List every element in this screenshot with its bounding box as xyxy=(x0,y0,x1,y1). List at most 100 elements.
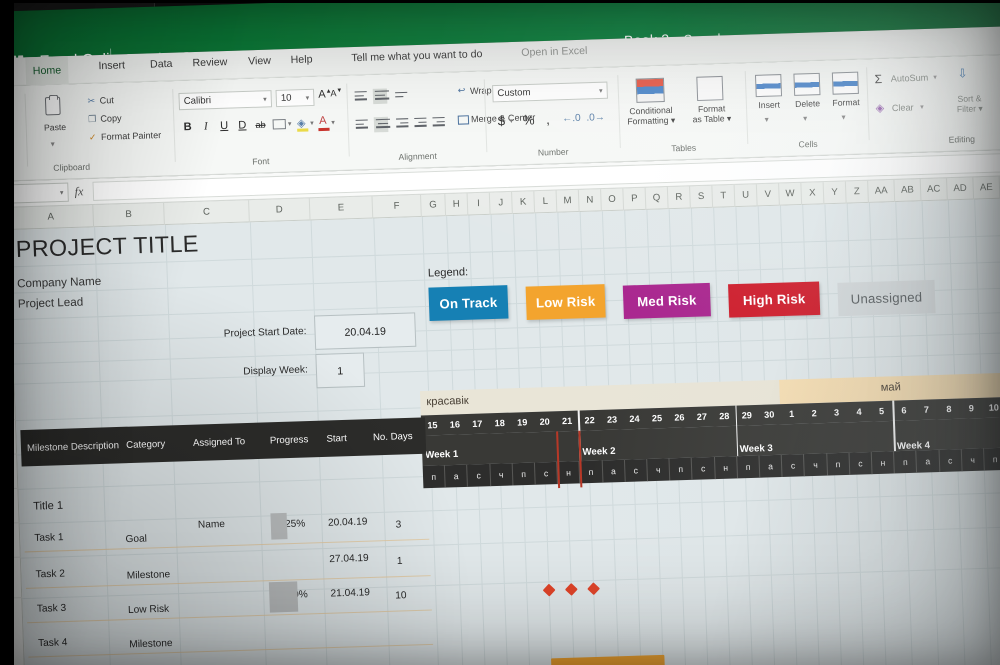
fat-chevron-down-icon[interactable]: ▾ xyxy=(727,113,732,123)
borders-icon[interactable] xyxy=(272,118,287,130)
column-header-a[interactable]: A xyxy=(8,205,95,230)
tab-insert[interactable]: Insert xyxy=(98,59,125,80)
copy-icon[interactable]: ❐ xyxy=(88,114,97,125)
tab-home[interactable]: Home xyxy=(25,55,69,86)
column-header-j[interactable]: J xyxy=(489,191,513,215)
tell-me-search[interactable]: Tell me what you want to do xyxy=(351,48,483,72)
align-top-icon[interactable] xyxy=(354,91,368,102)
cut-icon[interactable]: ✂ xyxy=(87,96,95,107)
clear-button[interactable]: Clear xyxy=(892,102,914,113)
percent-format-button[interactable]: % xyxy=(521,112,536,128)
align-middle-icon[interactable] xyxy=(372,88,390,104)
format-cells-icon[interactable] xyxy=(831,71,859,95)
bold-button[interactable]: B xyxy=(181,121,194,134)
column-header-d[interactable]: D xyxy=(249,198,311,223)
tab-review[interactable]: Review xyxy=(192,56,228,77)
copy-button[interactable]: Copy xyxy=(100,113,122,124)
column-header-q[interactable]: Q xyxy=(645,186,669,210)
column-header-h[interactable]: H xyxy=(445,193,469,217)
display-week-value[interactable]: 1 xyxy=(315,352,366,389)
delete-chevron-down-icon[interactable]: ▾ xyxy=(803,114,807,123)
column-header-u[interactable]: U xyxy=(734,184,758,208)
align-bottom-icon[interactable] xyxy=(395,91,408,100)
paste-icon[interactable] xyxy=(44,96,61,116)
column-header-b[interactable]: B xyxy=(93,202,165,228)
delete-cells-icon[interactable] xyxy=(793,72,821,96)
format-cells-button[interactable]: Format xyxy=(827,97,866,109)
number-format-select[interactable]: Custom ▾ xyxy=(492,81,608,103)
column-header-ad[interactable]: AD xyxy=(947,177,975,201)
column-header-z[interactable]: Z xyxy=(845,180,869,204)
align-center-icon[interactable] xyxy=(373,116,391,133)
underline-button[interactable]: U xyxy=(218,120,231,133)
column-header-e[interactable]: E xyxy=(309,196,374,221)
strikethrough-button[interactable]: ab xyxy=(252,120,269,131)
align-right-icon[interactable] xyxy=(396,118,409,129)
column-header-r[interactable]: R xyxy=(667,186,691,210)
clear-chevron-down-icon[interactable]: ▾ xyxy=(920,103,924,111)
column-header-f[interactable]: F xyxy=(372,194,422,219)
merge-center-icon[interactable] xyxy=(457,115,470,125)
tab-data[interactable]: Data xyxy=(150,58,173,79)
column-header-k[interactable]: K xyxy=(512,191,536,215)
tab-help[interactable]: Help xyxy=(290,53,313,74)
insert-cells-icon[interactable] xyxy=(754,74,783,98)
sort-chevron-down-icon[interactable]: ▾ xyxy=(978,103,983,113)
open-in-excel-button[interactable]: Open in Excel xyxy=(521,45,588,67)
italic-button[interactable]: I xyxy=(200,120,213,133)
conditional-formatting-icon[interactable] xyxy=(635,77,665,103)
start-date-value[interactable]: 20.04.19 xyxy=(313,312,417,350)
column-header-l[interactable]: L xyxy=(534,190,558,214)
column-header-m[interactable]: M xyxy=(556,189,580,213)
increase-indent-icon[interactable] xyxy=(432,117,445,128)
conditional-formatting-button[interactable]: Conditional Formatting ▾ xyxy=(622,105,679,127)
column-header-n[interactable]: N xyxy=(578,189,602,213)
font-family-select[interactable]: Calibri ▾ xyxy=(178,90,273,111)
decrease-decimal-icon[interactable]: .0→ xyxy=(586,112,605,124)
autosum-chevron-down-icon[interactable]: ▾ xyxy=(933,73,937,81)
column-header-ae[interactable]: AE xyxy=(973,176,1000,200)
format-as-table-icon[interactable] xyxy=(696,75,724,101)
align-left-icon[interactable] xyxy=(355,119,369,130)
column-header-ac[interactable]: AC xyxy=(920,178,948,202)
tab-view[interactable]: View xyxy=(248,55,272,76)
column-header-c[interactable]: C xyxy=(164,200,250,226)
font-size-select[interactable]: 10 ▾ xyxy=(275,88,315,108)
sheet-canvas[interactable]: PROJECT TITLE Company Name Project Lead … xyxy=(9,197,1000,665)
borders-chevron-down-icon[interactable]: ▾ xyxy=(288,120,292,128)
column-header-o[interactable]: O xyxy=(601,188,625,212)
currency-chevron-down-icon[interactable]: ▾ xyxy=(509,117,513,125)
grow-font-button[interactable]: A▲ xyxy=(318,88,332,100)
clear-icon[interactable]: ◈ xyxy=(875,101,884,114)
delete-cells-button[interactable]: Delete xyxy=(788,98,827,110)
cf-chevron-down-icon[interactable]: ▾ xyxy=(671,114,676,124)
paste-button[interactable]: Paste xyxy=(32,122,79,133)
fill-color-icon[interactable]: ◈ xyxy=(297,116,309,129)
font-color-icon[interactable]: A xyxy=(319,115,327,127)
column-header-y[interactable]: Y xyxy=(823,181,847,205)
comma-format-button[interactable]: , xyxy=(542,112,555,128)
column-header-ab[interactable]: AB xyxy=(894,179,922,203)
double-underline-button[interactable]: D xyxy=(236,119,249,132)
insert-chevron-down-icon[interactable]: ▾ xyxy=(765,115,769,124)
column-header-w[interactable]: W xyxy=(779,182,803,206)
column-header-v[interactable]: V xyxy=(756,183,780,207)
column-header-aa[interactable]: AA xyxy=(868,179,896,203)
format-painter-button[interactable]: Format Painter xyxy=(101,130,162,142)
font-color-swatch[interactable] xyxy=(318,127,330,132)
chevron-down-icon[interactable]: ▾ xyxy=(60,184,64,203)
cut-button[interactable]: Cut xyxy=(100,95,115,106)
fill-chevron-down-icon[interactable]: ▾ xyxy=(310,119,314,127)
column-header-t[interactable]: T xyxy=(712,184,736,208)
increase-decimal-icon[interactable]: ←.0 xyxy=(562,113,581,125)
fill-color-swatch[interactable] xyxy=(297,128,309,132)
column-header-x[interactable]: X xyxy=(801,182,825,206)
decrease-indent-icon[interactable] xyxy=(414,117,427,129)
font-color-chevron-down-icon[interactable]: ▾ xyxy=(331,118,335,126)
sort-filter-icon[interactable]: ⇩ xyxy=(957,66,968,80)
format-chevron-down-icon[interactable]: ▾ xyxy=(841,113,845,122)
paste-chevron-down-icon[interactable]: ▾ xyxy=(50,139,54,148)
format-painter-icon[interactable]: ✓ xyxy=(89,132,97,143)
autosum-icon[interactable]: Σ xyxy=(874,72,882,86)
wrap-text-icon[interactable]: ↩ xyxy=(458,85,466,96)
